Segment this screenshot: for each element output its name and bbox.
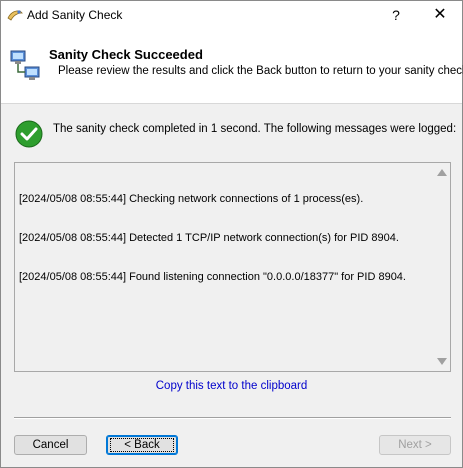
wizard-icon: [7, 10, 23, 21]
log-textbox[interactable]: [2024/05/08 08:55:44] Checking network c…: [14, 162, 451, 372]
log-scrollbar[interactable]: [434, 163, 450, 371]
result-message: The sanity check completed in 1 second. …: [53, 123, 457, 135]
copy-to-clipboard-link[interactable]: Copy this text to the clipboard: [1, 380, 462, 392]
focus-rectangle: [110, 438, 174, 452]
success-check-icon: [15, 120, 43, 148]
header-subtitle: Please review the results and click the …: [58, 65, 463, 77]
back-button[interactable]: < Back: [106, 435, 178, 455]
wizard-header: Sanity Check Succeeded Please review the…: [1, 29, 463, 104]
title-bar[interactable]: Add Sanity Check ? ✕: [1, 1, 462, 29]
next-button[interactable]: Next >: [379, 435, 451, 455]
button-divider: [14, 417, 451, 419]
network-computers-icon: [10, 50, 40, 80]
window-title: Add Sanity Check: [27, 8, 123, 22]
help-button[interactable]: ?: [381, 1, 411, 29]
log-line: [2024/05/08 08:55:44] Found listening co…: [19, 271, 406, 283]
log-line: [2024/05/08 08:55:44] Checking network c…: [19, 193, 364, 205]
dialog-window: Add Sanity Check ? ✕ Sanity Check Succee…: [0, 0, 463, 468]
log-line: [2024/05/08 08:55:44] Detected 1 TCP/IP …: [19, 232, 399, 244]
scroll-down-arrow-icon[interactable]: [437, 358, 447, 365]
log-lines: [2024/05/08 08:55:44] Checking network c…: [19, 167, 406, 310]
header-title: Sanity Check Succeeded: [49, 47, 203, 62]
scroll-up-arrow-icon[interactable]: [437, 169, 447, 176]
close-button[interactable]: ✕: [425, 1, 455, 29]
cancel-button[interactable]: Cancel: [14, 435, 87, 455]
